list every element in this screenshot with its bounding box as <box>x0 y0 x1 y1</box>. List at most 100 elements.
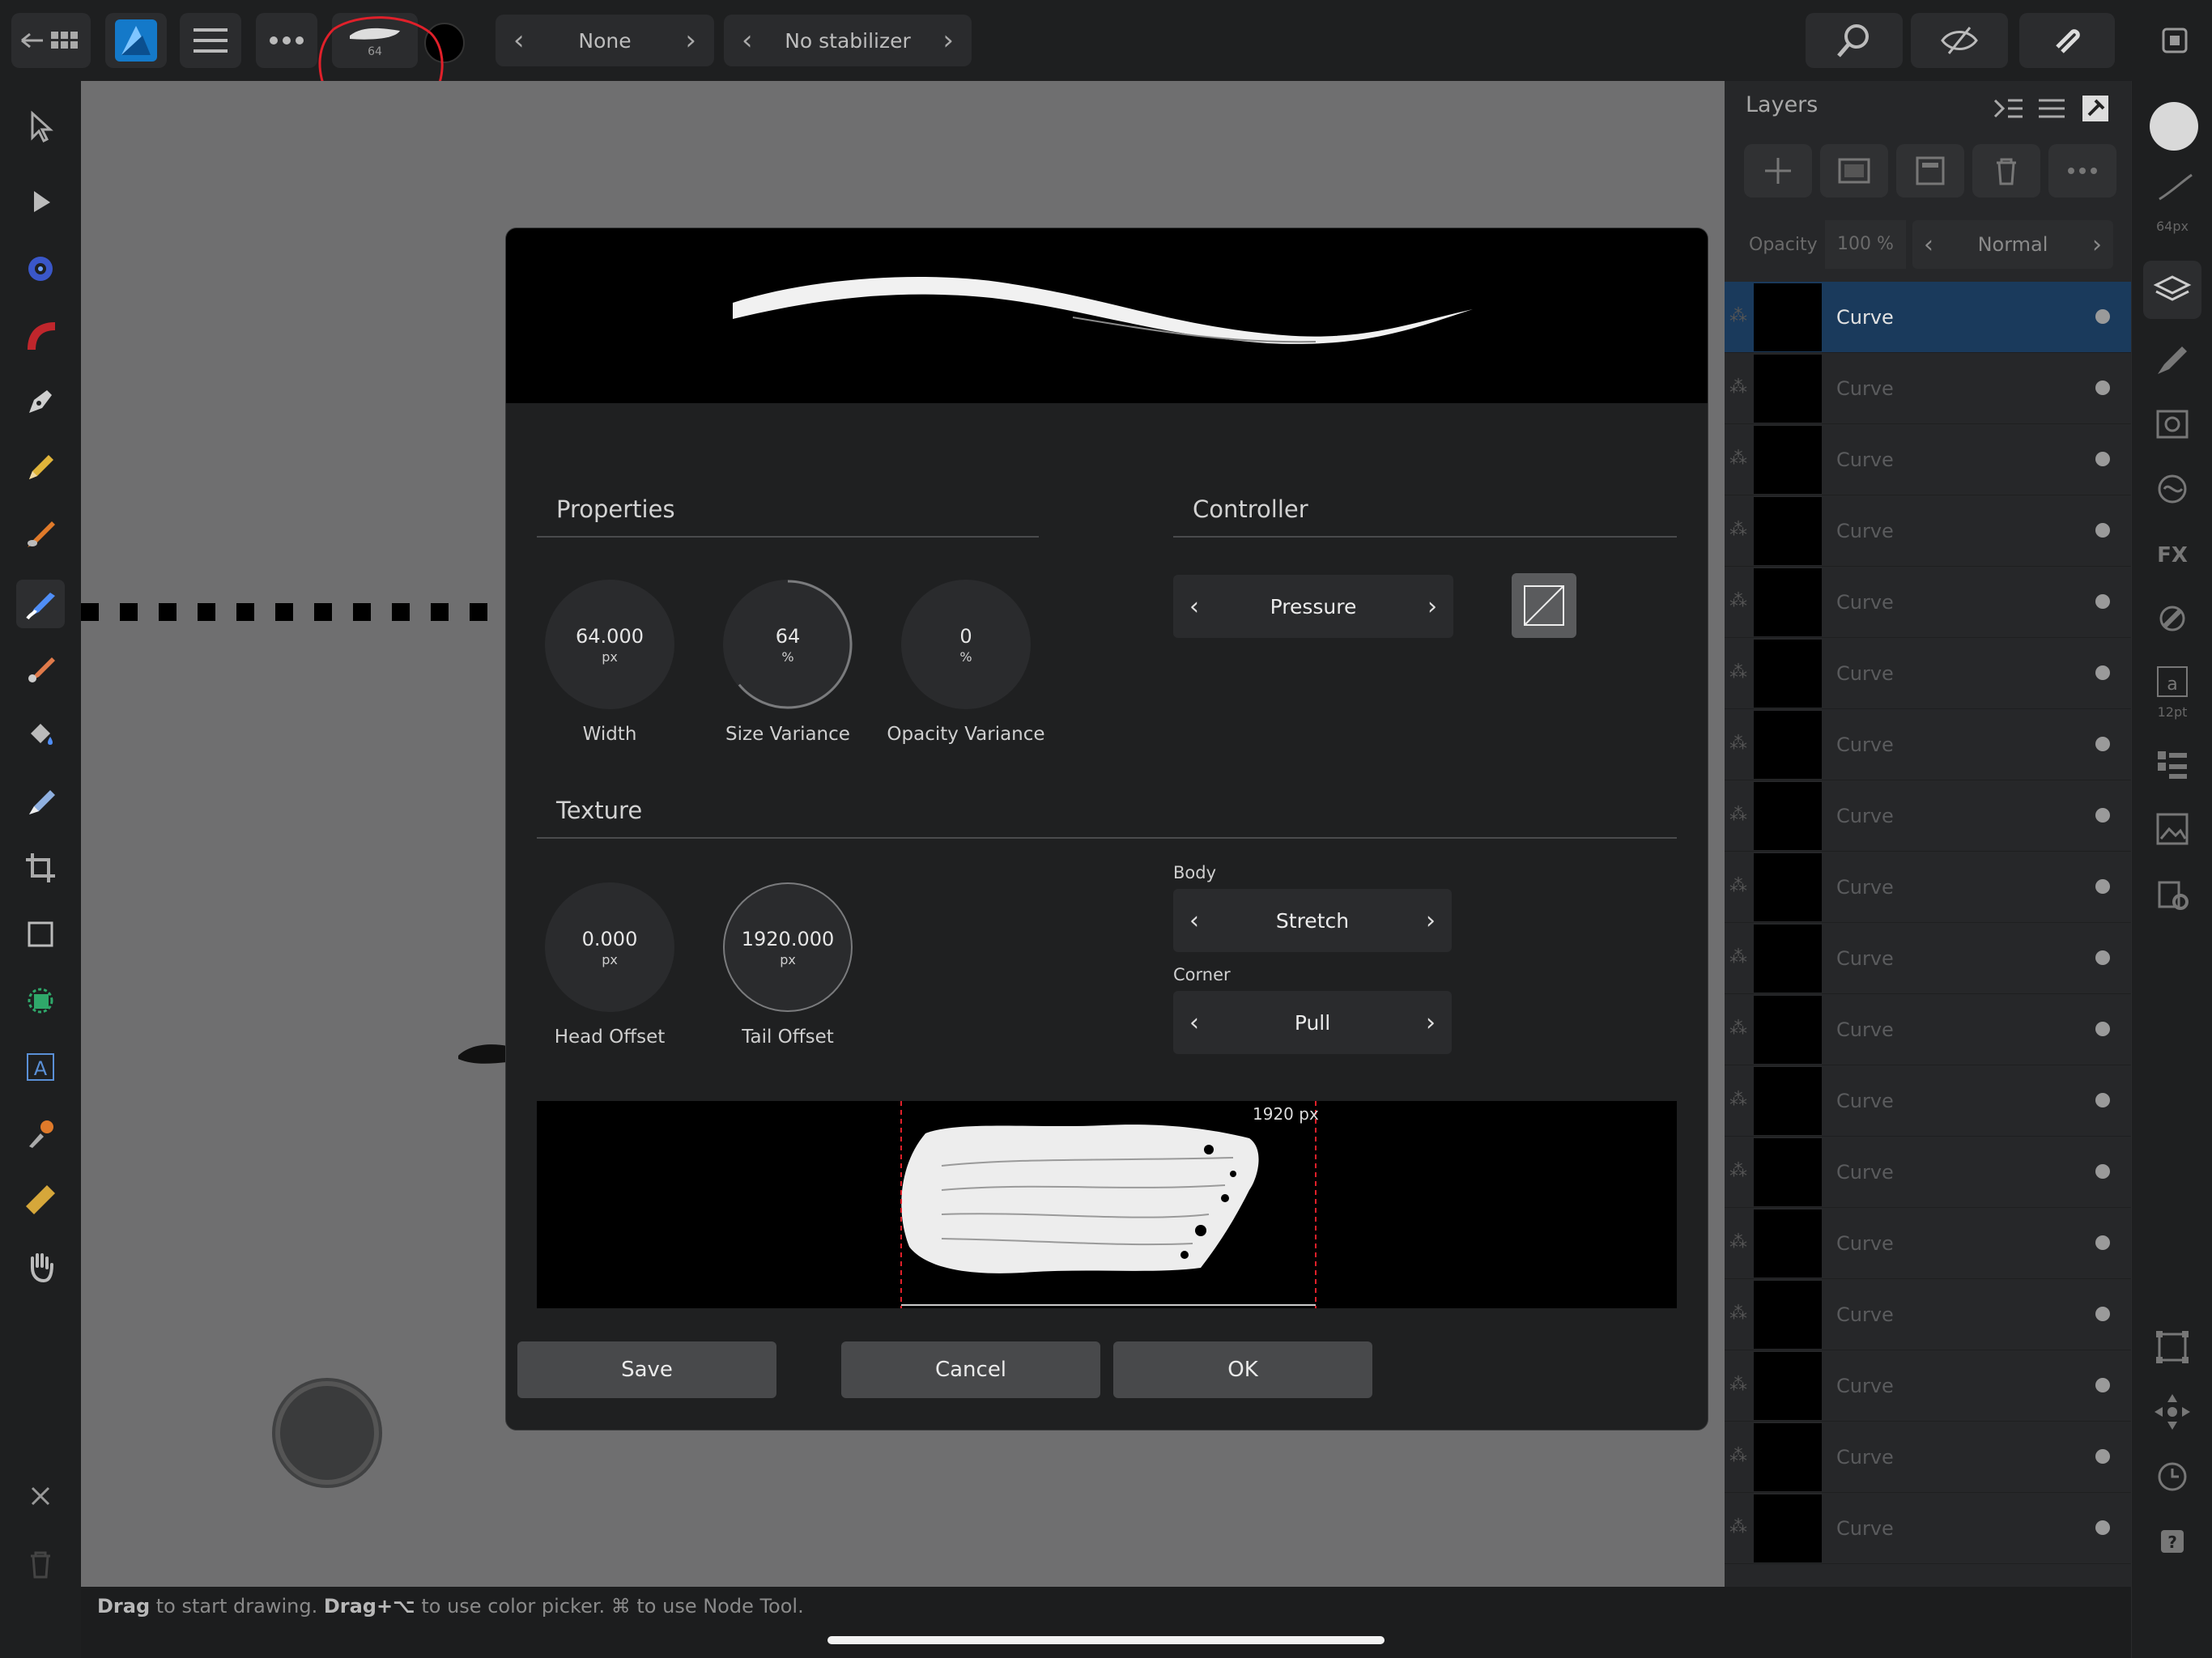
move-tool[interactable] <box>19 105 62 147</box>
layer-row[interactable]: ⁂ Curve <box>1725 638 2131 709</box>
color-picker-tool[interactable] <box>19 1112 62 1154</box>
layer-visibility-toggle[interactable] <box>2095 594 2110 609</box>
brushes-studio-icon[interactable] <box>2150 337 2195 382</box>
vector-brush-tool[interactable] <box>19 513 62 555</box>
layer-row[interactable]: ⁂ Curve <box>1725 495 2131 567</box>
back-grid-button[interactable] <box>11 13 91 68</box>
layer-row[interactable]: ⁂ Curve <box>1725 424 2131 495</box>
layer-expand-icon[interactable]: ⁂ <box>1729 1232 1747 1252</box>
text-styles-studio-icon[interactable]: a <box>2150 661 2195 706</box>
layer-visibility-toggle[interactable] <box>2095 309 2110 324</box>
head-offset-knob[interactable]: 0.000 px <box>545 882 674 1012</box>
view-zoom-button[interactable] <box>1806 13 1903 68</box>
layer-row[interactable]: ⁂ Curve <box>1725 567 2131 638</box>
layer-row[interactable]: ⁂ Curve <box>1725 709 2131 780</box>
layer-expand-icon[interactable]: ⁂ <box>1729 733 1747 754</box>
transparency-tool[interactable] <box>19 780 62 823</box>
size-variance-knob[interactable]: 64 % <box>723 580 853 709</box>
node-tool[interactable] <box>19 181 62 223</box>
snapping-button[interactable] <box>2019 13 2115 68</box>
layer-visibility-toggle[interactable] <box>2095 879 2110 894</box>
stabilizer-selector[interactable]: ‹ No stabilizer › <box>724 15 972 66</box>
layer-visibility-toggle[interactable] <box>2095 1520 2110 1535</box>
chevron-left-icon[interactable]: ‹ <box>1189 1009 1199 1037</box>
export-button[interactable] <box>2152 13 2197 68</box>
chevron-left-icon[interactable]: ‹ <box>1189 593 1199 621</box>
body-selector[interactable]: ‹ Stretch › <box>1173 889 1452 952</box>
layer-row[interactable]: ⁂ Curve <box>1725 1350 2131 1422</box>
rectangle-tool[interactable] <box>19 913 62 955</box>
layer-visibility-toggle[interactable] <box>2095 1307 2110 1321</box>
layer-expand-icon[interactable]: ⁂ <box>1729 662 1747 682</box>
pressure-selector[interactable]: ‹ None › <box>496 15 714 66</box>
color-wheel-button[interactable] <box>2150 102 2198 151</box>
paint-brush-tool[interactable] <box>19 648 62 690</box>
collapse-panel-button[interactable] <box>1992 92 2024 125</box>
layer-visibility-toggle[interactable] <box>2095 808 2110 823</box>
transform-studio-icon[interactable] <box>2150 1324 2195 1370</box>
chevron-right-icon[interactable]: › <box>685 24 696 57</box>
layer-row[interactable]: ⁂ Curve <box>1725 1137 2131 1208</box>
pin-panel-button[interactable] <box>2079 92 2112 125</box>
panel-menu-button[interactable] <box>2035 92 2068 125</box>
blend-mode-selector[interactable]: ‹ Normal › <box>1912 220 2113 269</box>
layer-expand-icon[interactable]: ⁂ <box>1729 1375 1747 1395</box>
layer-expand-icon[interactable]: ⁂ <box>1729 520 1747 540</box>
layer-visibility-toggle[interactable] <box>2095 1093 2110 1107</box>
layer-expand-icon[interactable]: ⁂ <box>1729 591 1747 611</box>
layer-expand-icon[interactable]: ⁂ <box>1729 377 1747 397</box>
layer-expand-icon[interactable]: ⁂ <box>1729 947 1747 967</box>
crop-tool[interactable] <box>19 847 62 889</box>
fx-studio-icon[interactable]: FX <box>2150 531 2195 576</box>
controller-selector[interactable]: ‹ Pressure › <box>1173 575 1453 638</box>
history-studio-icon[interactable] <box>2150 1454 2195 1499</box>
pen-tool[interactable] <box>19 380 62 423</box>
layer-row[interactable]: ⁂ Curve <box>1725 780 2131 852</box>
texture-brush-tool[interactable] <box>16 580 65 628</box>
chevron-right-icon[interactable]: › <box>2092 231 2102 259</box>
layer-row[interactable]: ⁂ Curve <box>1725 1279 2131 1350</box>
layer-visibility-toggle[interactable] <box>2095 737 2110 751</box>
layer-visibility-toggle[interactable] <box>2095 380 2110 395</box>
delete-layer-button[interactable] <box>1972 144 2040 198</box>
tail-offset-knob[interactable]: 1920.000 px <box>723 882 853 1012</box>
stroke-studio-icon[interactable] <box>2150 466 2195 512</box>
layer-row[interactable]: ⁂ Curve <box>1725 852 2131 923</box>
layer-expand-icon[interactable]: ⁂ <box>1729 449 1747 469</box>
point-transform-tool[interactable] <box>19 248 62 290</box>
assets-studio-icon[interactable] <box>2150 806 2195 852</box>
layer-row[interactable]: ⁂ Curve <box>1725 1493 2131 1564</box>
layer-expand-icon[interactable]: ⁂ <box>1729 306 1747 326</box>
layer-visibility-toggle[interactable] <box>2095 1235 2110 1250</box>
pressure-curve-button[interactable] <box>1512 573 1576 638</box>
layer-expand-icon[interactable]: ⁂ <box>1729 1090 1747 1110</box>
artistic-text-tool[interactable]: A <box>19 1046 62 1088</box>
persona-button[interactable] <box>105 13 167 68</box>
layer-row[interactable]: ⁂ Curve <box>1725 923 2131 994</box>
settings-studio-icon[interactable] <box>2150 871 2195 916</box>
layer-visibility-toggle[interactable] <box>2095 950 2110 965</box>
shape-tool[interactable] <box>19 980 62 1022</box>
layer-visibility-toggle[interactable] <box>2095 665 2110 680</box>
more-button[interactable] <box>256 13 317 68</box>
add-layer-button[interactable] <box>1744 144 1812 198</box>
save-button[interactable]: Save <box>517 1341 776 1398</box>
layer-visibility-toggle[interactable] <box>2095 1449 2110 1464</box>
layer-expand-icon[interactable]: ⁂ <box>1729 1446 1747 1466</box>
swatches-studio-icon[interactable] <box>2150 742 2195 787</box>
menu-button[interactable] <box>180 13 241 68</box>
close-button[interactable] <box>19 1475 62 1517</box>
layer-expand-icon[interactable]: ⁂ <box>1729 1517 1747 1537</box>
quick-menu-button[interactable] <box>275 1381 379 1485</box>
chevron-right-icon[interactable]: › <box>1426 1009 1436 1037</box>
appearance-studio-icon[interactable] <box>2150 402 2195 447</box>
corner-tool[interactable] <box>19 314 62 356</box>
transparency-studio-icon[interactable] <box>2150 596 2195 641</box>
chevron-right-icon[interactable]: › <box>942 24 954 57</box>
layer-expand-icon[interactable]: ⁂ <box>1729 805 1747 825</box>
chevron-left-icon[interactable]: ‹ <box>742 24 753 57</box>
chevron-left-icon[interactable]: ‹ <box>513 24 525 57</box>
chevron-right-icon[interactable]: › <box>1426 907 1436 935</box>
layer-expand-icon[interactable]: ⁂ <box>1729 876 1747 896</box>
chevron-right-icon[interactable]: › <box>1427 593 1437 621</box>
